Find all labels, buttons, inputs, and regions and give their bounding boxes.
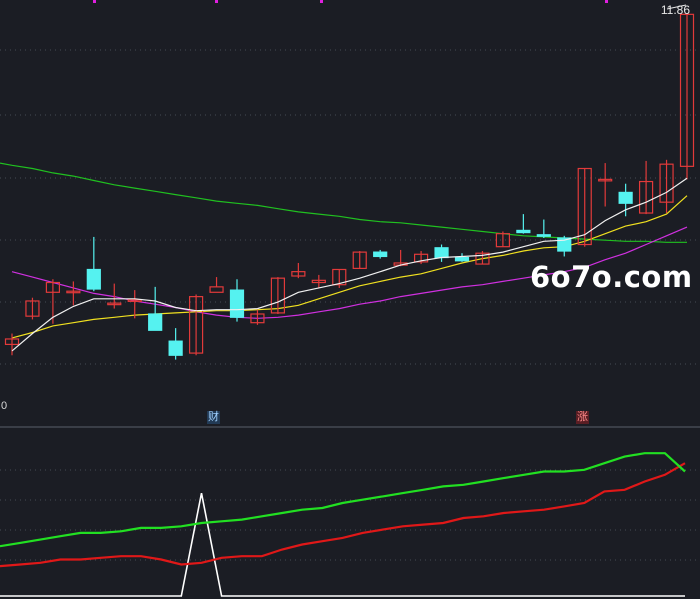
candle-body-26 <box>536 234 551 237</box>
candle-7 <box>148 286 163 331</box>
candle-body-22 <box>454 256 470 262</box>
candle-17 <box>352 251 367 270</box>
candle-21 <box>434 244 449 262</box>
candle-12 <box>250 309 265 325</box>
candle-body-4 <box>86 268 101 290</box>
kline-chart <box>0 0 700 597</box>
candle-body-21 <box>434 247 449 259</box>
candle-18 <box>373 249 388 259</box>
candlesticks <box>4 13 695 360</box>
candle-8 <box>168 328 183 360</box>
candle-31 <box>638 160 654 215</box>
candle-10 <box>209 277 224 293</box>
indicator-white-series <box>0 492 685 597</box>
indicator-green-series <box>0 452 686 548</box>
candle-1 <box>25 297 40 320</box>
candle-9 <box>188 294 204 356</box>
candle-6 <box>127 290 142 319</box>
top-marker-ticks <box>93 0 687 10</box>
watermark-logo: 6o7o.com <box>530 260 693 294</box>
candle-3 <box>66 281 81 306</box>
indicator-panel <box>0 452 686 597</box>
candle-11 <box>229 279 245 322</box>
candle-16 <box>332 268 347 288</box>
top-tick-0 <box>93 0 96 3</box>
candle-body-8 <box>168 340 183 356</box>
candle-body-30 <box>618 191 633 204</box>
ma-long-green-line <box>0 162 687 243</box>
candle-25 <box>516 214 531 234</box>
candle-29 <box>598 163 613 207</box>
candle-body-7 <box>148 313 163 331</box>
candle-14 <box>291 262 306 279</box>
candle-15 <box>311 274 326 288</box>
candle-body-11 <box>229 289 245 318</box>
candle-26 <box>536 219 551 238</box>
ma-green-series <box>0 162 687 243</box>
candle-24 <box>495 231 511 248</box>
candle-30 <box>618 183 633 217</box>
marker-cai[interactable]: 财 <box>207 411 220 424</box>
grid-lines <box>0 49 700 561</box>
candle-body-25 <box>516 229 531 234</box>
candle-body-10 <box>209 286 224 293</box>
candle-33 <box>679 13 695 180</box>
candle-22 <box>454 253 470 262</box>
indicator-red-series <box>0 462 686 568</box>
price-high-label: 11.86 <box>660 3 690 17</box>
candle-32 <box>659 159 674 214</box>
marker-zhang[interactable]: 涨 <box>576 411 589 424</box>
top-tick-2 <box>320 0 323 3</box>
candle-body-18 <box>373 251 388 258</box>
candle-4 <box>86 236 101 292</box>
axis-zero-label: 0 <box>1 400 8 412</box>
top-tick-3 <box>605 0 608 3</box>
top-tick-1 <box>215 0 218 3</box>
